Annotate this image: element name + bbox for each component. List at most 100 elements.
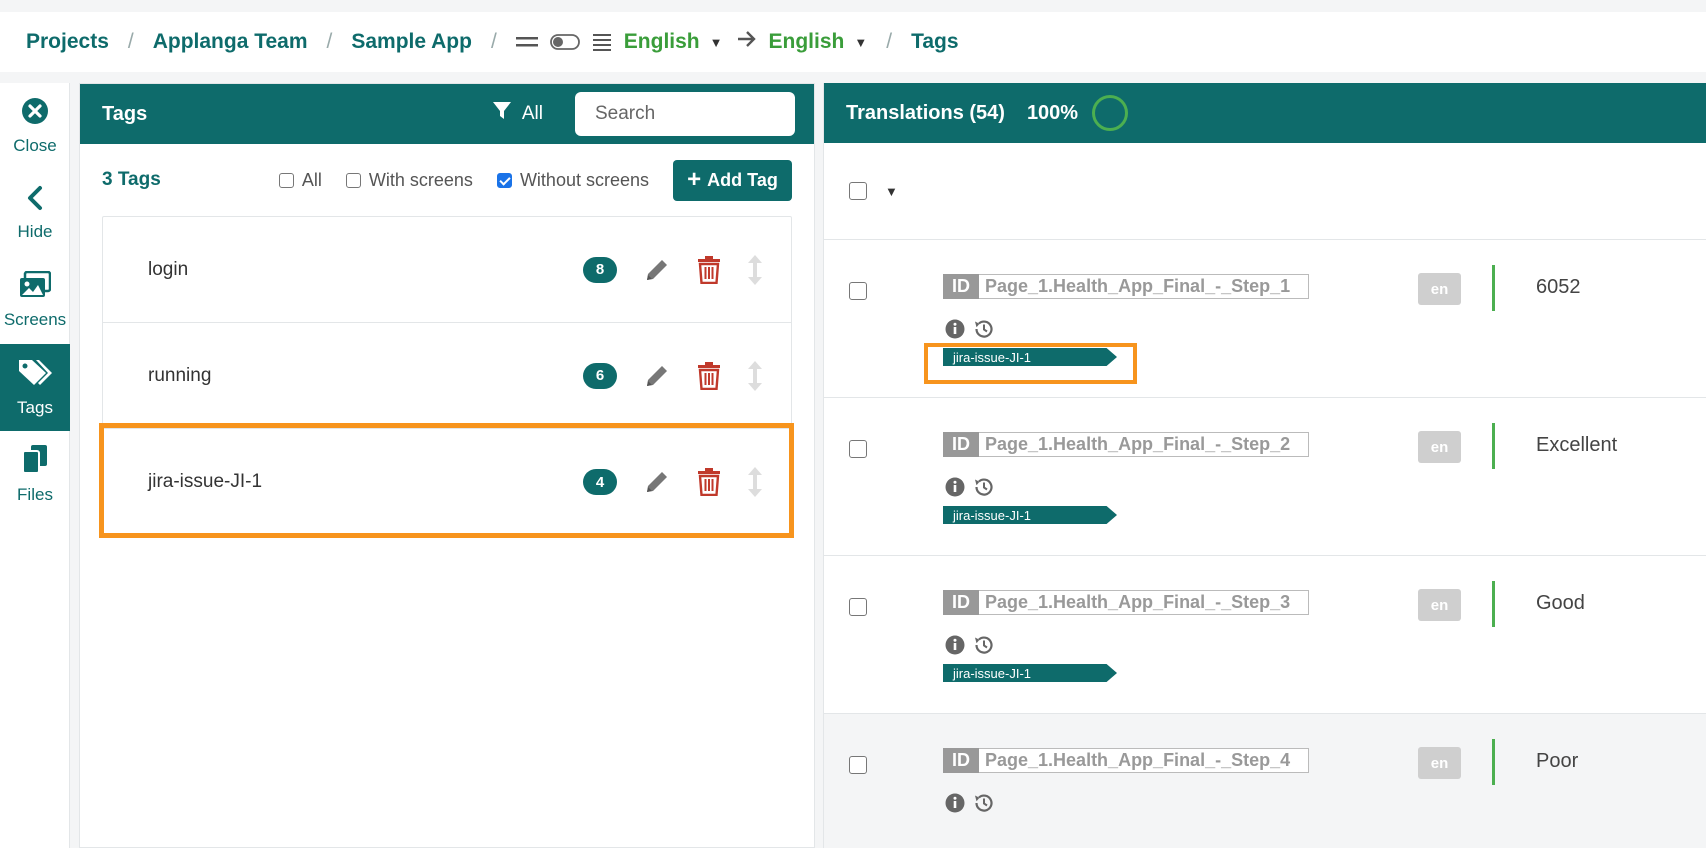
search-input[interactable] [575, 92, 795, 136]
breadcrumb-projects[interactable]: Projects [26, 30, 109, 54]
breadcrumb-separator: / [490, 30, 497, 53]
tag-actions: 6 [583, 360, 763, 392]
row-checkbox[interactable] [849, 598, 867, 616]
language-badge: en [1418, 747, 1461, 779]
info-icon[interactable] [945, 319, 965, 339]
translation-value[interactable]: Good [1536, 592, 1585, 615]
tag-row[interactable]: running 6 [103, 323, 791, 429]
left-nav: Close Hide Screens Tags Files [0, 83, 70, 848]
nav-label: Tags [17, 398, 53, 417]
tag-actions: 4 [583, 466, 763, 498]
key-id-text: Page_1.Health_App_Final_-_Step_1 [985, 276, 1291, 296]
source-language-select[interactable]: English [624, 30, 700, 54]
chevron-left-icon [25, 185, 45, 216]
translation-value[interactable]: Poor [1536, 750, 1578, 773]
tag-row[interactable]: login 8 [103, 217, 791, 323]
key-id-field[interactable]: ID Page_1.Health_App_Final_-_Step_4 [943, 748, 1309, 773]
drag-handle-icon[interactable] [747, 360, 763, 392]
checkbox-checked[interactable] [496, 172, 512, 188]
tag-pill[interactable]: jira-issue-JI-1 [943, 506, 1117, 524]
tags-icon [17, 357, 53, 392]
breadcrumb-current: Tags [911, 30, 959, 53]
drag-handle-icon[interactable] [747, 466, 763, 498]
key-id-field[interactable]: ID Page_1.Health_App_Final_-_Step_3 [943, 590, 1309, 615]
key-id-field[interactable]: ID Page_1.Health_App_Final_-_Step_1 [943, 274, 1309, 299]
row-meta-icons [945, 792, 1003, 814]
tag-name: running [148, 364, 212, 386]
images-icon [19, 270, 52, 304]
select-all-checkbox[interactable] [849, 182, 867, 200]
info-icon[interactable] [945, 477, 965, 497]
filter-icon [492, 101, 512, 127]
checkbox-all[interactable]: All [278, 170, 322, 191]
key-id-text: Page_1.Health_App_Final_-_Step_4 [985, 750, 1291, 770]
tags-panel-title: Tags [102, 102, 148, 125]
breadcrumb-app[interactable]: Sample App [351, 30, 472, 54]
tag-pill[interactable]: jira-issue-JI-1 [943, 664, 1117, 682]
translation-row: ID Page_1.Health_App_Final_-_Step_2 jira… [824, 398, 1706, 556]
id-badge: ID [943, 590, 979, 615]
checkbox-with-screens[interactable]: With screens [345, 170, 473, 191]
chevron-down-icon[interactable]: ▼ [885, 184, 898, 199]
history-icon[interactable] [973, 318, 995, 340]
equals-icon[interactable] [515, 36, 538, 48]
row-meta-icons [945, 476, 1003, 498]
language-badge: en [1418, 589, 1461, 621]
id-badge: ID [943, 748, 979, 773]
nav-close[interactable]: Close [0, 83, 70, 170]
row-checkbox[interactable] [849, 756, 867, 774]
info-icon[interactable] [945, 793, 965, 813]
trash-icon[interactable] [697, 468, 721, 496]
tag-count-badge: 4 [583, 469, 617, 495]
filter-dropdown[interactable]: All [492, 101, 543, 127]
row-meta-icons [945, 634, 1003, 656]
checkbox-without-screens[interactable]: Without screens [496, 170, 649, 191]
translation-value[interactable]: 6052 [1536, 276, 1581, 299]
breadcrumb-team[interactable]: Applanga Team [153, 30, 308, 54]
tag-pill[interactable]: jira-issue-JI-1 [943, 348, 1117, 366]
tags-panel: Tags All 3 Tags All With screens Without… [79, 83, 815, 848]
row-checkbox[interactable] [849, 282, 867, 300]
status-bar [1492, 423, 1495, 469]
tag-row-highlighted[interactable]: jira-issue-JI-1 4 [103, 429, 791, 535]
toggle-icon[interactable] [549, 34, 580, 50]
nav-tags[interactable]: Tags [0, 344, 70, 431]
history-icon[interactable] [973, 634, 995, 656]
nav-hide[interactable]: Hide [0, 170, 70, 257]
history-icon[interactable] [973, 792, 995, 814]
row-checkbox[interactable] [849, 440, 867, 458]
trash-icon[interactable] [697, 361, 721, 390]
info-icon[interactable] [945, 635, 965, 655]
history-icon[interactable] [973, 476, 995, 498]
nav-screens[interactable]: Screens [0, 257, 70, 344]
pencil-icon[interactable] [643, 256, 671, 284]
filter-label: All [521, 103, 543, 124]
tag-count-badge: 8 [583, 256, 617, 283]
chevron-down-icon[interactable]: ▼ [854, 35, 867, 50]
add-tag-label: Add Tag [707, 169, 778, 190]
key-id-field[interactable]: ID Page_1.Health_App_Final_-_Step_2 [943, 432, 1309, 457]
tags-panel-header: Tags All [80, 84, 814, 144]
chevron-down-icon[interactable]: ▼ [710, 35, 723, 50]
language-badge: en [1418, 273, 1461, 305]
plus-icon: + [687, 166, 702, 193]
pencil-icon[interactable] [643, 468, 671, 496]
nav-files[interactable]: Files [0, 431, 70, 518]
checkbox[interactable] [345, 172, 361, 188]
add-tag-button[interactable]: + Add Tag [673, 159, 792, 201]
trash-icon[interactable] [697, 255, 721, 284]
status-bar [1492, 739, 1495, 785]
nav-label: Hide [17, 222, 53, 241]
pencil-icon[interactable] [643, 362, 671, 390]
checkbox[interactable] [278, 172, 294, 188]
drag-handle-icon[interactable] [747, 254, 763, 286]
status-bar [1492, 581, 1495, 627]
list-icon[interactable] [592, 32, 612, 52]
tag-list: login 8 running 6 jira-issue-JI-1 4 [102, 216, 792, 536]
translation-value[interactable]: Excellent [1536, 434, 1617, 457]
tag-name: login [148, 258, 189, 280]
nav-label: Screens [3, 310, 67, 329]
translation-row: ID Page_1.Health_App_Final_-_Step_1 jira… [824, 240, 1706, 398]
target-language-select[interactable]: English [769, 30, 845, 54]
translations-header: Translations (54) 100% [824, 83, 1706, 143]
